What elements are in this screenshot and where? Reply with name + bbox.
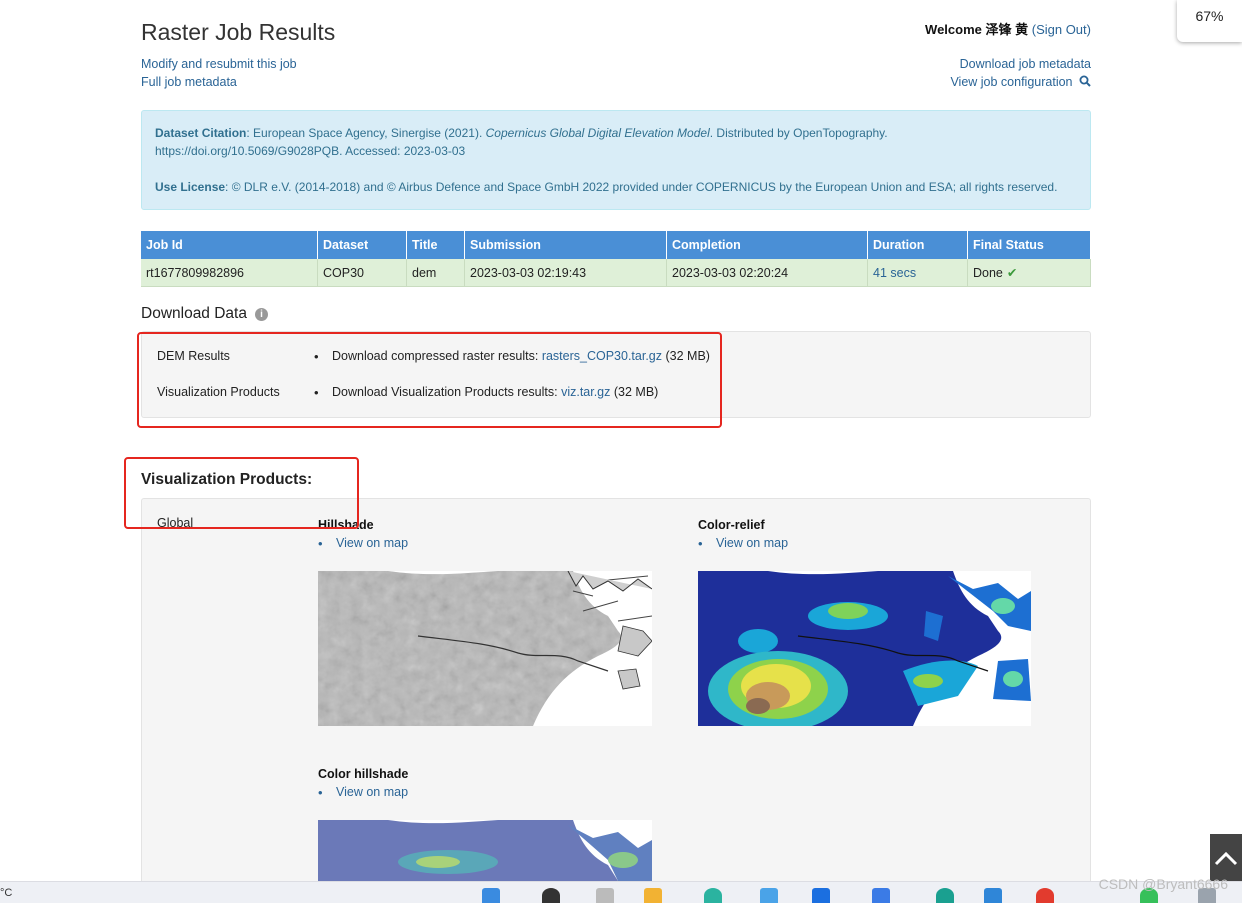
modify-resubmit-link[interactable]: Modify and resubmit this job <box>141 57 297 71</box>
dataset-citation-box: Dataset Citation: European Space Agency,… <box>141 110 1091 210</box>
file-explorer-icon[interactable] <box>644 888 662 903</box>
view-job-config[interactable]: View job configuration <box>950 75 1091 89</box>
annotation-highlight-viz <box>124 457 359 529</box>
info-icon[interactable]: i <box>254 308 268 321</box>
citation-text-end: . Distributed by OpenTopography. <box>709 126 888 140</box>
csdn-watermark: CSDN @Bryant6666 <box>1098 876 1228 892</box>
job-id-cell: rt1677809982896 <box>141 259 318 287</box>
citation-label: Dataset Citation <box>155 126 247 140</box>
license-label: Use License <box>155 180 226 194</box>
view-job-config-link[interactable]: View job configuration <box>950 75 1072 89</box>
job-table-header-row: Job Id Dataset Title Submission Completi… <box>141 231 1091 259</box>
edge-browser-icon[interactable] <box>704 888 722 903</box>
download-data-heading: Download Data i <box>141 305 268 323</box>
col-submission: Submission <box>464 231 667 259</box>
sign-out-close-paren: ) <box>1086 22 1091 37</box>
app-icon-4[interactable] <box>936 888 954 903</box>
duration-cell: 41 secs <box>867 259 968 287</box>
app-icon-6[interactable] <box>1036 888 1054 903</box>
duration-link[interactable]: 41 secs <box>873 266 916 280</box>
windows-start-icon[interactable] <box>482 888 500 903</box>
color-hillshade-image <box>318 820 652 881</box>
col-duration: Duration <box>867 231 968 259</box>
col-final-status: Final Status <box>967 231 1091 259</box>
color-hillshade-title: Color hillshade <box>318 767 409 781</box>
checkmark-icon: ✔ <box>1006 266 1018 280</box>
welcome-block: Welcome 泽锋 黄 (Sign Out) <box>925 19 1091 38</box>
citation-text: : European Space Agency, Sinergise (2021… <box>246 126 486 140</box>
citation-doi: https://doi.org/10.5069/G9028PQB. Access… <box>155 144 466 158</box>
color-relief-title: Color-relief <box>698 518 765 532</box>
search-taskbar-icon[interactable] <box>542 888 560 903</box>
color-relief-view-on-map-link[interactable]: View on map <box>698 536 788 551</box>
download-job-metadata-link[interactable]: Download job metadata <box>960 57 1091 71</box>
download-data-title: Download Data <box>141 305 247 322</box>
status-cell: Done ✔ <box>967 259 1091 287</box>
color-hillshade-view-on-map-link[interactable]: View on map <box>318 785 408 800</box>
color-relief-image <box>698 571 1031 726</box>
app-icon-1[interactable] <box>760 888 778 903</box>
search-icon[interactable] <box>1079 75 1091 87</box>
hillshade-view-on-map-link[interactable]: View on map <box>318 536 408 551</box>
task-view-icon[interactable] <box>596 888 614 903</box>
submission-cell: 2023-03-03 02:19:43 <box>464 259 667 287</box>
app-icon-3[interactable] <box>872 888 890 903</box>
page-title: Raster Job Results <box>141 19 336 45</box>
status-text: Done <box>973 266 1003 280</box>
weather-temp: °C <box>0 887 13 899</box>
table-row: rt1677809982896 COP30 dem 2023-03-03 02:… <box>141 259 1091 287</box>
job-table: Job Id Dataset Title Submission Completi… <box>141 231 1091 287</box>
scroll-to-top-button[interactable] <box>1210 834 1242 881</box>
title-cell: dem <box>406 259 465 287</box>
dataset-cell: COP30 <box>317 259 407 287</box>
full-job-metadata-link[interactable]: Full job metadata <box>141 75 237 89</box>
hillshade-image <box>318 571 652 726</box>
col-title: Title <box>406 231 465 259</box>
completion-cell: 2023-03-03 02:20:24 <box>666 259 868 287</box>
os-taskbar <box>0 881 1242 903</box>
welcome-text: Welcome 泽锋 黄 <box>925 22 1029 37</box>
license-text: : © DLR e.V. (2014-2018) and © Airbus De… <box>225 180 1058 194</box>
col-completion: Completion <box>666 231 868 259</box>
sign-out-link[interactable]: Sign Out <box>1036 22 1087 37</box>
chevron-up-icon <box>1214 851 1238 865</box>
app-icon-5[interactable] <box>984 888 1002 903</box>
citation-dataset-name: Copernicus Global Digital Elevation Mode… <box>485 126 710 140</box>
col-dataset: Dataset <box>317 231 407 259</box>
zoom-indicator: 67% <box>1177 0 1242 42</box>
app-icon-2[interactable] <box>812 888 830 903</box>
col-job-id: Job Id <box>141 231 318 259</box>
annotation-highlight-download <box>137 332 722 428</box>
